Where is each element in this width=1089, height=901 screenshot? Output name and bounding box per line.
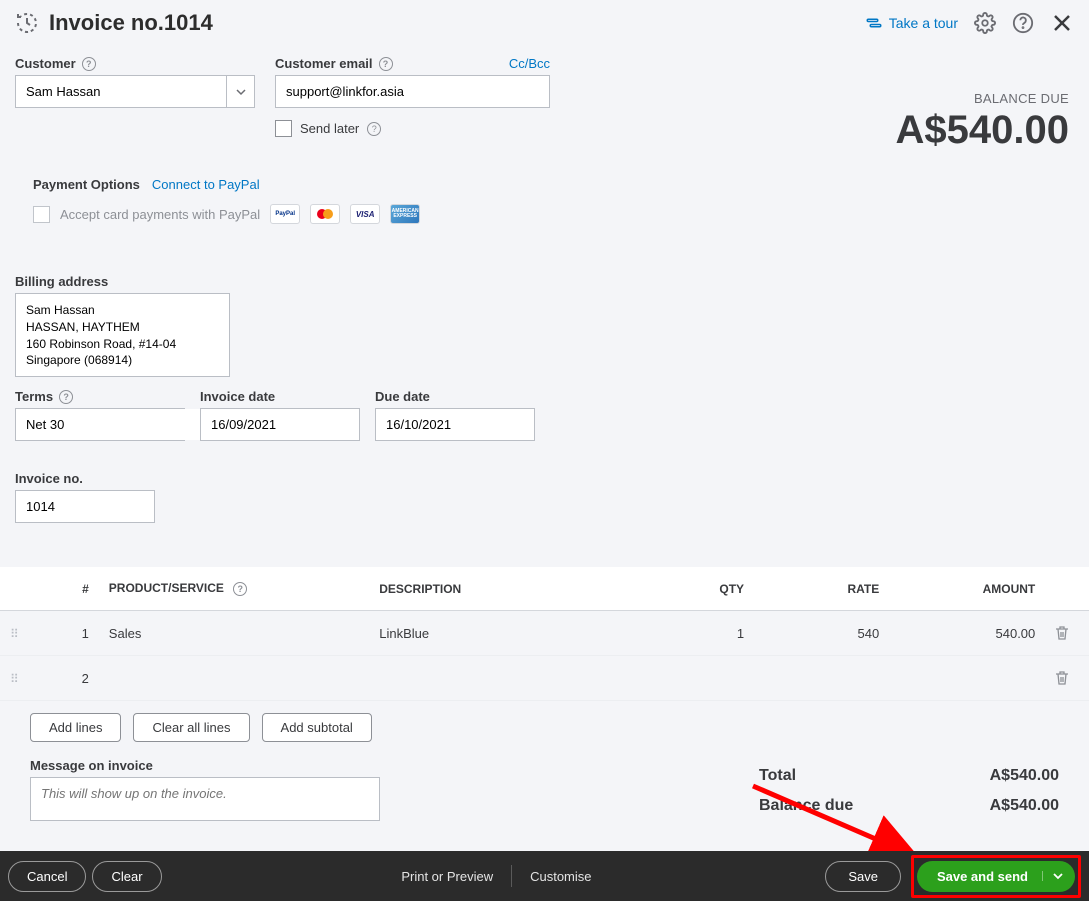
col-product: PRODUCT/SERVICE ? xyxy=(99,567,369,611)
table-row[interactable]: ⠿ 1 Sales LinkBlue 1 540 540.00 xyxy=(0,611,1089,656)
col-amount: AMOUNT xyxy=(889,567,1045,611)
help-icon[interactable] xyxy=(1012,12,1034,34)
help-icon[interactable]: ? xyxy=(379,57,393,71)
totals-block: Total A$540.00 Balance due A$540.00 xyxy=(759,761,1059,821)
email-input[interactable] xyxy=(275,75,550,108)
balance-amount: A$540.00 xyxy=(896,108,1069,153)
add-lines-button[interactable]: Add lines xyxy=(30,713,121,742)
save-and-send-button[interactable]: Save and send xyxy=(917,861,1075,892)
gear-icon[interactable] xyxy=(974,12,996,34)
help-icon[interactable]: ? xyxy=(367,122,381,136)
paypal-card-icon: PayPal xyxy=(270,204,300,224)
payment-options-label: Payment Options xyxy=(33,177,140,192)
message-label: Message on invoice xyxy=(30,758,153,773)
invoice-date-input[interactable] xyxy=(200,408,360,441)
visa-icon: VISA xyxy=(350,204,380,224)
history-icon[interactable] xyxy=(15,11,39,35)
invoice-no-input[interactable] xyxy=(15,490,155,523)
invoice-date-label: Invoice date xyxy=(200,389,275,404)
customer-input[interactable] xyxy=(16,76,226,107)
row-num: 1 xyxy=(42,611,99,656)
customer-combo[interactable] xyxy=(15,75,255,108)
col-desc: DESCRIPTION xyxy=(369,567,639,611)
balance-due-value: A$540.00 xyxy=(990,797,1059,815)
clear-lines-button[interactable]: Clear all lines xyxy=(133,713,249,742)
row-product[interactable]: Sales xyxy=(99,611,369,656)
message-input[interactable] xyxy=(30,777,380,821)
row-desc[interactable]: LinkBlue xyxy=(369,611,639,656)
row-amount[interactable] xyxy=(889,656,1045,701)
drag-handle-icon[interactable]: ⠿ xyxy=(10,672,18,686)
balance-label: BALANCE DUE xyxy=(896,91,1069,106)
billing-address-input[interactable] xyxy=(15,293,230,377)
customise-link[interactable]: Customise xyxy=(512,869,609,884)
total-label: Total xyxy=(759,767,796,785)
chevron-down-icon[interactable] xyxy=(1042,871,1063,881)
balance-due-block: BALANCE DUE A$540.00 xyxy=(896,56,1074,153)
header-bar: Invoice no.1014 Take a tour xyxy=(0,0,1089,46)
amex-icon: AMERICANEXPRESS xyxy=(390,204,420,224)
customer-label: Customer xyxy=(15,56,76,71)
help-icon[interactable]: ? xyxy=(233,582,247,596)
terms-input[interactable] xyxy=(16,409,212,440)
terms-combo[interactable] xyxy=(15,408,185,441)
accept-cards-checkbox[interactable] xyxy=(33,206,50,223)
col-num: # xyxy=(42,567,99,611)
footer-bar: Cancel Clear Print or Preview Customise … xyxy=(0,851,1089,901)
balance-due-label: Balance due xyxy=(759,797,853,815)
billing-label: Billing address xyxy=(15,274,108,289)
print-preview-link[interactable]: Print or Preview xyxy=(383,869,511,884)
due-date-input[interactable] xyxy=(375,408,535,441)
take-tour-link[interactable]: Take a tour xyxy=(865,14,958,32)
help-icon[interactable]: ? xyxy=(59,390,73,404)
due-date-label: Due date xyxy=(375,389,430,404)
email-field-group: Customer email ? Cc/Bcc Send later ? xyxy=(275,56,550,137)
row-qty[interactable]: 1 xyxy=(640,611,754,656)
add-subtotal-button[interactable]: Add subtotal xyxy=(262,713,372,742)
page-title: Invoice no.1014 xyxy=(49,10,213,36)
row-rate[interactable]: 540 xyxy=(754,611,889,656)
invoice-no-label: Invoice no. xyxy=(15,471,83,486)
chevron-down-icon[interactable] xyxy=(226,76,254,107)
send-later-label: Send later xyxy=(300,121,359,136)
terms-label: Terms xyxy=(15,389,53,404)
table-row[interactable]: ⠿ 2 xyxy=(0,656,1089,701)
col-qty: QTY xyxy=(640,567,754,611)
ccbcc-link[interactable]: Cc/Bcc xyxy=(509,56,550,71)
connect-paypal-link[interactable]: Connect to PayPal xyxy=(152,177,260,192)
accept-cards-label: Accept card payments with PayPal xyxy=(60,207,260,222)
row-desc[interactable] xyxy=(369,656,639,701)
save-button[interactable]: Save xyxy=(825,861,901,892)
customer-field: Customer ? xyxy=(15,56,255,108)
trash-icon[interactable] xyxy=(1055,625,1079,641)
help-icon[interactable]: ? xyxy=(82,57,96,71)
email-label: Customer email xyxy=(275,56,373,71)
line-items-table: # PRODUCT/SERVICE ? DESCRIPTION QTY RATE… xyxy=(0,567,1089,701)
row-qty[interactable] xyxy=(640,656,754,701)
col-rate: RATE xyxy=(754,567,889,611)
total-value: A$540.00 xyxy=(990,767,1059,785)
send-later-checkbox[interactable] xyxy=(275,120,292,137)
cancel-button[interactable]: Cancel xyxy=(8,861,86,892)
drag-handle-icon[interactable]: ⠿ xyxy=(10,627,18,641)
clear-button[interactable]: Clear xyxy=(92,861,161,892)
close-icon[interactable] xyxy=(1050,11,1074,35)
annotation-highlight: Save and send xyxy=(911,855,1081,898)
trash-icon[interactable] xyxy=(1055,670,1079,686)
row-rate[interactable] xyxy=(754,656,889,701)
mastercard-icon xyxy=(310,204,340,224)
row-num: 2 xyxy=(42,656,99,701)
row-product[interactable] xyxy=(99,656,369,701)
row-amount[interactable]: 540.00 xyxy=(889,611,1045,656)
